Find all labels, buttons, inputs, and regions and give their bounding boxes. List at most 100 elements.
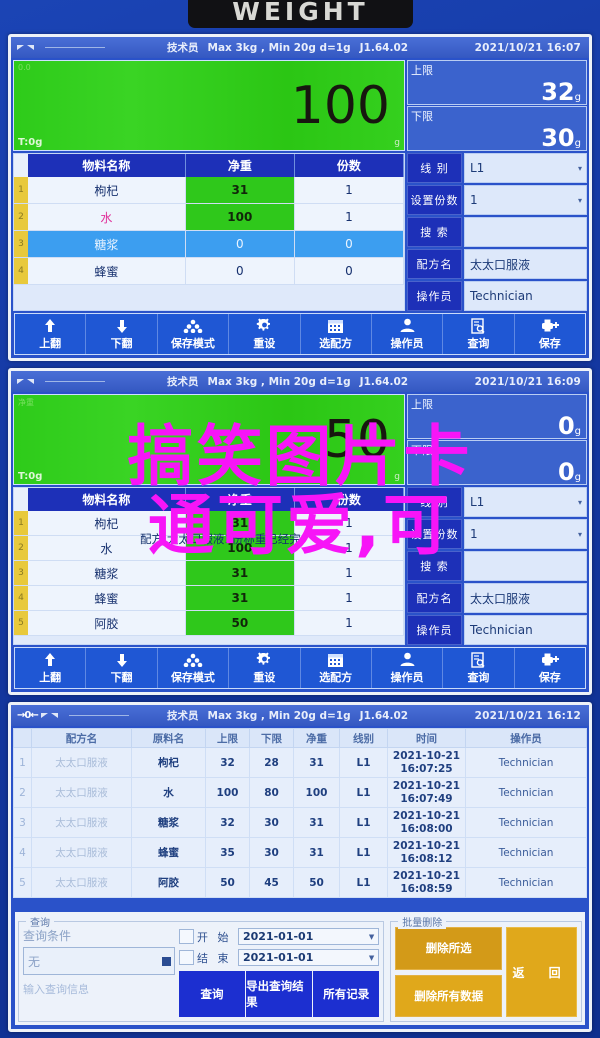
row-material: 枸杞 xyxy=(28,177,186,203)
control-label-search[interactable]: 搜 索 xyxy=(407,217,462,247)
row-recipe: 太太口服液 xyxy=(31,747,132,778)
table-row[interactable]: 2 太太口服液 水 100 80 100 L1 2021-10-21 16:07:… xyxy=(13,777,587,808)
toolbar-button-operator[interactable]: 操作员 xyxy=(372,314,444,354)
portions-value: 1 xyxy=(470,193,478,207)
chevron-down-icon[interactable]: ▾ xyxy=(578,164,582,173)
toolbar-button-query[interactable]: 查询 xyxy=(443,314,515,354)
table-row[interactable]: 4 太太口服液 蜂蜜 35 30 31 L1 2021-10-21 16:08:1… xyxy=(13,837,587,868)
row-material: 枸杞 xyxy=(131,747,206,778)
toolbar-button-save[interactable]: 保存 xyxy=(515,648,585,688)
chevron-down-icon[interactable]: ▾ xyxy=(578,530,582,539)
control-value-portions[interactable]: 1 ▾ xyxy=(464,185,587,215)
table-row[interactable]: 4 蜂蜜 0 0 xyxy=(14,258,404,285)
toolbar-label: 选配方 xyxy=(319,671,353,684)
row-portions: 0 xyxy=(294,258,404,284)
chevron-down-icon[interactable]: ▼ xyxy=(369,954,374,962)
arrow-up-icon xyxy=(42,651,58,668)
toolbar-button-page-down[interactable]: 下翻 xyxy=(86,648,158,688)
table-row[interactable]: 3 糖浆 0 0 xyxy=(14,231,404,258)
return-button[interactable]: 返 回 xyxy=(506,927,577,1017)
status-indicators-2 xyxy=(17,379,167,384)
table-row[interactable]: 5 阿胶 50 1 xyxy=(14,611,404,636)
row-index: 1 xyxy=(14,511,28,535)
row-recipe: 太太口服液 xyxy=(31,867,132,898)
export-button[interactable]: 导出查询结果 xyxy=(246,971,313,1017)
chevron-down-icon[interactable]: ▾ xyxy=(578,498,582,507)
table-row[interactable]: 4 蜂蜜 31 1 xyxy=(14,586,404,611)
start-date-label: 开 始 xyxy=(197,930,232,944)
table-row[interactable]: 3 糖浆 31 1 xyxy=(14,561,404,586)
bottom-controls: 查询 查询条件 无 输入查询信息 开 始 2021-01-01 ▼ 结 束 20… xyxy=(15,912,585,1025)
control-operator: 操作员 Technician xyxy=(407,281,587,311)
control-value-operator[interactable]: Technician xyxy=(464,615,587,645)
control-value-portions[interactable]: 1 ▾ xyxy=(464,519,587,549)
control-label-portions: 设置份数 xyxy=(407,519,462,549)
query-button[interactable]: 查询 xyxy=(179,971,246,1017)
row-time: 2021-10-21 16:08:12 xyxy=(387,837,466,868)
row-lower: 30 xyxy=(249,807,294,838)
row-operator: Technician xyxy=(465,837,587,868)
row-material: 糖浆 xyxy=(28,231,186,257)
row-portions: 1 xyxy=(294,177,404,203)
toolbar-button-save[interactable]: 保存 xyxy=(515,314,585,354)
toolbar-button-operator[interactable]: 操作员 xyxy=(372,648,444,688)
all-records-button[interactable]: 所有记录 xyxy=(313,971,380,1017)
control-label-search[interactable]: 搜 索 xyxy=(407,551,462,581)
row-time: 2021-10-21 16:07:25 xyxy=(387,747,466,778)
end-date-field[interactable]: 2021-01-01 ▼ xyxy=(238,949,380,966)
toolbar-button-save-mode[interactable]: 保存模式 xyxy=(158,648,230,688)
table-row[interactable]: 5 太太口服液 阿胶 50 45 50 L1 2021-10-21 16:08:5… xyxy=(13,867,587,898)
delete-selected-button[interactable]: 删除所选 xyxy=(395,927,503,970)
start-date-checkbox[interactable] xyxy=(179,929,194,944)
delete-all-button[interactable]: 删除所有数据 xyxy=(395,974,503,1017)
toolbar-button-save-mode[interactable]: 保存模式 xyxy=(158,314,230,354)
batch-delete-group: 批量删除 删除所选 删除所有数据 返 回 xyxy=(390,914,582,1022)
weight-value-2: 50 xyxy=(323,409,390,470)
control-value-recipe[interactable]: 太太口服液 xyxy=(464,249,587,279)
row-net: 0 xyxy=(185,258,295,284)
chevron-down-icon[interactable]: ▼ xyxy=(369,933,374,941)
toolbar-button-reset[interactable]: 重设 xyxy=(229,314,301,354)
toolbar-button-select-recipe[interactable]: 选配方 xyxy=(301,648,372,688)
control-value-line[interactable]: L1 ▾ xyxy=(464,487,587,517)
control-search: 搜 索 xyxy=(407,551,587,581)
status-divider xyxy=(45,47,105,48)
row-lower: 45 xyxy=(249,867,294,898)
table-row[interactable]: 2 水 100 1 xyxy=(14,204,404,231)
display-area-1: 0.0 T:0g 100 g 上限 32g 下限 30g xyxy=(11,58,589,152)
toolbar-button-query[interactable]: 查询 xyxy=(443,648,515,688)
status-info-3: 技术员 Max 3kg , Min 20g d=1g J1.64.02 xyxy=(167,708,408,723)
end-date-checkbox[interactable] xyxy=(179,950,194,965)
row-clock: 16:08:59 xyxy=(400,882,453,895)
chevron-down-icon[interactable]: ▾ xyxy=(578,196,582,205)
range-icon xyxy=(27,45,34,50)
toolbar-button-page-up[interactable]: 上翻 xyxy=(15,314,87,354)
control-value-operator[interactable]: Technician xyxy=(464,281,587,311)
line-value: L1 xyxy=(470,161,485,175)
weighing-panel-1: 技术员 Max 3kg , Min 20g d=1g J1.64.02 2021… xyxy=(8,34,592,361)
search-input[interactable] xyxy=(464,551,587,581)
arrow-down-icon xyxy=(114,317,130,334)
toolbar-button-reset[interactable]: 重设 xyxy=(229,648,301,688)
lower-limit-1: 下限 30g xyxy=(407,106,587,152)
control-value-recipe[interactable]: 太太口服液 xyxy=(464,583,587,613)
upper-limit-value-2: 0 xyxy=(557,412,575,440)
table-row[interactable]: 1 枸杞 31 1 xyxy=(14,177,404,204)
toolbar-label: 保存模式 xyxy=(170,337,215,350)
row-net: 31 xyxy=(293,837,340,868)
toolbar-button-page-down[interactable]: 下翻 xyxy=(86,314,158,354)
start-date-value: 2021-01-01 xyxy=(243,930,314,943)
toolbar-button-page-up[interactable]: 上翻 xyxy=(15,648,87,688)
start-date-field[interactable]: 2021-01-01 ▼ xyxy=(238,928,380,945)
col-header-material: 物料名称 xyxy=(28,154,186,177)
table-row[interactable]: 3 太太口服液 糖浆 32 30 31 L1 2021-10-21 16:08:0… xyxy=(13,807,587,838)
control-value-line[interactable]: L1 ▾ xyxy=(464,153,587,183)
toolbar-button-select-recipe[interactable]: 选配方 xyxy=(301,314,372,354)
table-row[interactable]: 1 太太口服液 枸杞 32 28 31 L1 2021-10-21 16:07:2… xyxy=(13,747,587,778)
gear-icon xyxy=(256,317,273,334)
row-material: 糖浆 xyxy=(28,561,186,585)
dropdown-button-icon[interactable] xyxy=(162,956,171,966)
query-condition-input[interactable]: 无 xyxy=(23,947,175,975)
search-input[interactable] xyxy=(464,217,587,247)
zero-indicator: →0← xyxy=(17,710,39,721)
